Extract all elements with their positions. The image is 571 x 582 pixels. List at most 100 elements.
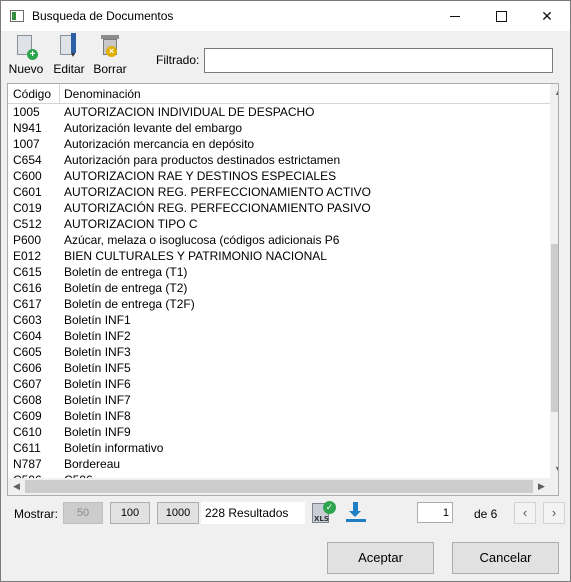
xls-text: XLS	[314, 515, 329, 523]
delete-button[interactable]: × Borrar	[92, 33, 128, 77]
page-size-50-button[interactable]: 50	[63, 502, 103, 524]
table-row[interactable]: C611 Boletín informativo	[8, 440, 550, 456]
filter-input[interactable]	[204, 48, 553, 73]
cell-code: C610	[13, 425, 42, 439]
cell-code: C609	[13, 409, 42, 423]
cell-code: C608	[13, 393, 42, 407]
table-row[interactable]: C616 Boletín de entrega (T2)	[8, 280, 550, 296]
filter-label: Filtrado:	[156, 53, 200, 67]
page-number-input[interactable]	[417, 502, 453, 523]
column-header-name[interactable]: Denominación	[64, 87, 141, 101]
new-document-icon: +	[15, 35, 38, 61]
scroll-left-icon[interactable]: ◀	[8, 478, 25, 495]
cell-code: C019	[13, 201, 42, 215]
cell-name: Boletín INF5	[64, 361, 131, 375]
cell-code: 1007	[13, 137, 40, 151]
scroll-up-icon[interactable]: ▲	[550, 84, 558, 101]
cell-code: C617	[13, 297, 42, 311]
table-row[interactable]: C615 Boletín de entrega (T1)	[8, 264, 550, 280]
cell-name: Boletín INF2	[64, 329, 131, 343]
show-label: Mostrar:	[14, 507, 59, 521]
cell-code: C601	[13, 185, 42, 199]
table-row[interactable]: C610 Boletín INF9	[8, 424, 550, 440]
table-row[interactable]: C604 Boletín INF2	[8, 328, 550, 344]
cell-name: Bordereau	[64, 457, 121, 471]
new-label: Nuevo	[8, 62, 44, 76]
cell-code: C654	[13, 153, 42, 167]
table-row[interactable]: E012 BIEN CULTURALES Y PATRIMONIO NACIONA…	[8, 248, 550, 264]
table-row[interactable]: C608 Boletín INF7	[8, 392, 550, 408]
close-button[interactable]: ✕	[524, 1, 570, 31]
cell-code: E012	[13, 249, 42, 263]
page-size-100-button[interactable]: 100	[110, 502, 150, 524]
cell-code: C605	[13, 345, 42, 359]
cell-code: N787	[13, 457, 42, 471]
vertical-scrollbar[interactable]: ▲ ▼	[550, 84, 558, 478]
table-row[interactable]: N787 Bordereau	[8, 456, 550, 472]
scroll-right-icon[interactable]: ▶	[533, 478, 550, 495]
download-icon[interactable]	[344, 502, 368, 524]
cell-code: N941	[13, 121, 42, 135]
cell-code: 1005	[13, 105, 40, 119]
column-divider[interactable]	[59, 84, 60, 103]
delete-label: Borrar	[93, 62, 127, 76]
search-documents-window: Busqueda de Documentos ✕ + Nuevo Editar …	[0, 0, 571, 582]
table-row[interactable]: 1007 Autorización mercancia en depósito	[8, 136, 550, 152]
cell-code: C611	[13, 441, 41, 455]
cell-code: C604	[13, 329, 42, 343]
trash-icon: ×	[99, 35, 121, 61]
chevron-left-icon: ‹	[522, 505, 528, 520]
page-size-1000-button[interactable]: 1000	[157, 502, 199, 524]
cell-name: Boletín INF3	[64, 345, 131, 359]
table-row[interactable]: C617 Boletín de entrega (T2F)	[8, 296, 550, 312]
cell-name: Autorización levante del embargo	[64, 121, 243, 135]
vertical-scroll-thumb[interactable]	[551, 244, 558, 412]
table-row[interactable]: C512 AUTORIZACION TIPO C	[8, 216, 550, 232]
cell-name: Boletín INF8	[64, 409, 131, 423]
table-row[interactable]: C601 AUTORIZACION REG. PERFECCIONAMIENTO …	[8, 184, 550, 200]
cell-code: C600	[13, 169, 42, 183]
table-row[interactable]: C605 Boletín INF3	[8, 344, 550, 360]
edit-button[interactable]: Editar	[51, 33, 87, 77]
horizontal-scroll-thumb[interactable]	[25, 480, 533, 493]
cell-code: C512	[13, 217, 42, 231]
new-button[interactable]: + Nuevo	[7, 33, 45, 77]
table-row[interactable]: C019 AUTORIZACIÓN REG. PERFECCIONAMIENTO …	[8, 200, 550, 216]
table-row[interactable]: 1005 AUTORIZACION INDIVIDUAL DE DESPACHO	[8, 104, 550, 120]
maximize-button[interactable]	[478, 1, 524, 31]
cell-code: C607	[13, 377, 42, 391]
export-xls-icon[interactable]: XLS ✓	[312, 501, 338, 525]
cell-name: Boletín INF1	[64, 313, 131, 327]
cancel-button[interactable]: Cancelar	[452, 542, 559, 574]
cell-name: Autorización para productos destinados e…	[64, 153, 341, 167]
table-row[interactable]: C609 Boletín INF8	[8, 408, 550, 424]
cell-code: C603	[13, 313, 42, 327]
minimize-button[interactable]	[432, 1, 478, 31]
table-row[interactable]: C606 Boletín INF5	[8, 360, 550, 376]
cell-name: Boletín de entrega (T1)	[64, 265, 188, 279]
table-row[interactable]: C607 Boletín INF6	[8, 376, 550, 392]
page-count: de 6	[474, 507, 498, 521]
scrollbar-corner	[550, 478, 558, 495]
previous-page-button[interactable]: ‹	[514, 502, 536, 524]
accept-button[interactable]: Aceptar	[327, 542, 434, 574]
table-row[interactable]: C600 AUTORIZACION RAE Y DESTINOS ESPECIAL…	[8, 168, 550, 184]
table-row[interactable]: C654 Autorización para productos destinad…	[8, 152, 550, 168]
title-bar: Busqueda de Documentos ✕	[1, 1, 570, 31]
table-row[interactable]: N941 Autorización levante del embargo	[8, 120, 550, 136]
grid-rows: 1005 AUTORIZACION INDIVIDUAL DE DESPACHO N…	[8, 104, 550, 488]
scroll-down-icon[interactable]: ▼	[550, 461, 558, 478]
cell-name: Boletín INF9	[64, 425, 131, 439]
cell-name: Boletín de entrega (T2)	[64, 281, 188, 295]
next-page-button[interactable]: ›	[543, 502, 565, 524]
column-header-code[interactable]: Código	[13, 87, 51, 101]
table-row[interactable]: P600 Azúcar, melaza o isoglucosa (códigos…	[8, 232, 550, 248]
chevron-right-icon: ›	[551, 505, 557, 520]
results-count: 228 Resultados	[201, 502, 305, 524]
table-row[interactable]: C603 Boletín INF1	[8, 312, 550, 328]
cell-code: P600	[13, 233, 42, 247]
cell-name: Autorización mercancia en depósito	[64, 137, 255, 151]
horizontal-scrollbar[interactable]: ◀ ▶	[8, 478, 550, 495]
cell-name: Boletín informativo	[64, 441, 164, 455]
grid-header: Código Denominación	[8, 84, 558, 104]
